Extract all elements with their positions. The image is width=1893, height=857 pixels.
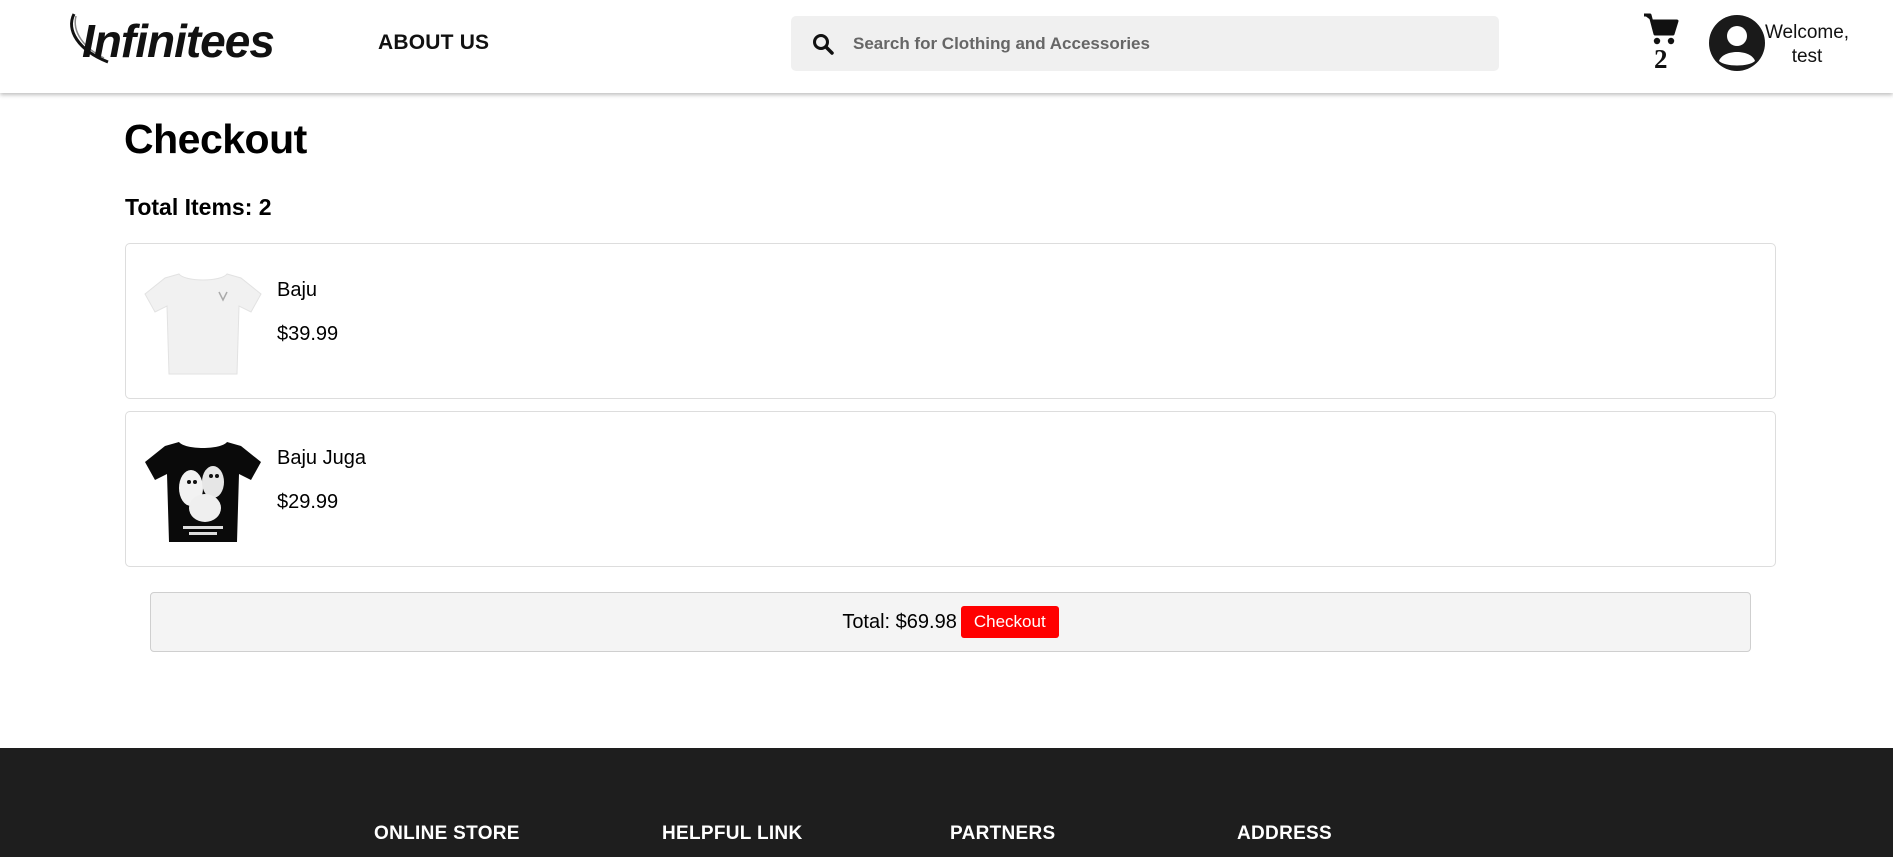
page-title: Checkout <box>124 116 307 162</box>
cart-item: Baju Juga $29.99 <box>125 411 1776 567</box>
total-items-count: Total Items: 2 <box>125 194 272 220</box>
logo-text: Infinitees <box>82 15 275 67</box>
item-name: Baju <box>277 279 318 301</box>
welcome-text: Welcome, test <box>1762 21 1852 69</box>
nav-about-us[interactable]: ABOUT US <box>378 31 489 55</box>
cart-count-badge: 2 <box>1654 44 1668 74</box>
user-avatar-icon[interactable] <box>1709 15 1765 71</box>
footer-heading-online-store: ONLINE STORE <box>374 823 520 844</box>
order-total-bar: Total: $69.98 Checkout <box>150 592 1751 652</box>
footer-heading-address: ADDRESS <box>1237 823 1333 844</box>
site-footer <box>0 748 1893 857</box>
welcome-username: test <box>1791 46 1823 67</box>
welcome-greeting: Welcome, <box>1764 22 1850 43</box>
site-header: Infinitees ABOUT US 2 Welcome, test <box>0 0 1893 93</box>
item-price: $29.99 <box>277 491 339 513</box>
brand-logo[interactable]: Infinitees <box>68 10 328 68</box>
item-price: $39.99 <box>277 323 339 345</box>
item-name: Baju Juga <box>277 447 366 469</box>
cart-item: Baju $39.99 <box>125 243 1776 399</box>
footer-heading-helpful-link: HELPFUL LINK <box>662 823 803 844</box>
cart-icon[interactable] <box>1643 12 1679 48</box>
product-image-white-tshirt <box>144 273 262 375</box>
search-bar[interactable] <box>791 16 1499 71</box>
checkout-button[interactable]: Checkout <box>960 606 1059 638</box>
search-input[interactable] <box>853 33 1453 54</box>
footer-heading-partners: PARTNERS <box>950 823 1056 844</box>
search-icon[interactable] <box>811 32 835 56</box>
order-total: Total: $69.98 <box>842 610 957 633</box>
product-image-black-ghost-tshirt <box>145 442 261 542</box>
